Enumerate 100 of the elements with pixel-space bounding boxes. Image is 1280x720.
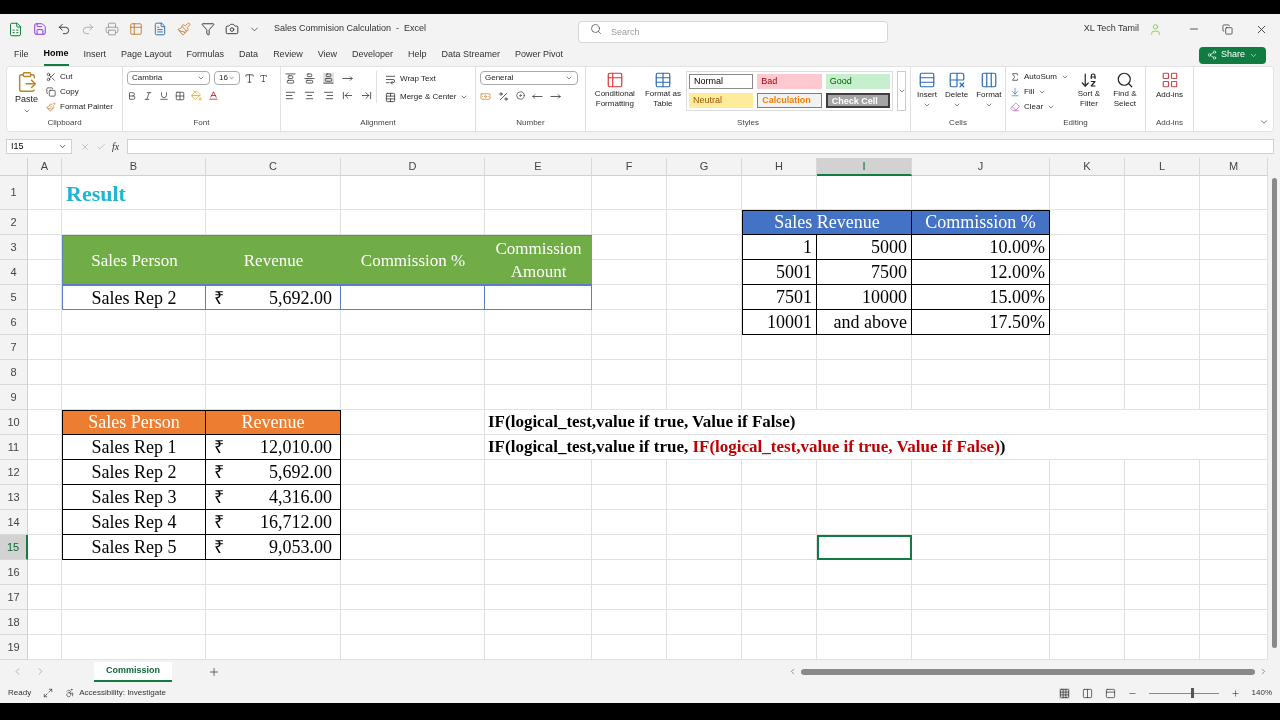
- sheet-cell[interactable]: [592, 610, 667, 635]
- sheet-cell[interactable]: [1050, 510, 1125, 535]
- sheet-cell[interactable]: [667, 560, 742, 585]
- cells-button[interactable]: Delete: [943, 71, 971, 109]
- column-header[interactable]: F: [592, 158, 667, 176]
- sheet-cell[interactable]: [1050, 176, 1125, 210]
- align-left-icon[interactable]: [285, 90, 296, 101]
- camera-icon[interactable]: [225, 22, 239, 36]
- sheet-cell[interactable]: [817, 560, 912, 585]
- column-header[interactable]: H: [742, 158, 817, 176]
- sheet-cell[interactable]: [28, 176, 62, 210]
- sheet-cell[interactable]: [667, 535, 742, 560]
- column-header[interactable]: I: [817, 158, 912, 176]
- sheet-cell[interactable]: [742, 535, 817, 560]
- paste-button[interactable]: Paste: [11, 71, 42, 115]
- sheet-cell[interactable]: IF(logical_test,value if true, IF(logical_test,value if true, Value if False)): [485, 435, 1268, 460]
- row-header[interactable]: 5: [0, 285, 28, 310]
- borders-icon[interactable]: [175, 90, 185, 101]
- sheet-cell[interactable]: [341, 585, 485, 610]
- menu-tab[interactable]: Power Pivot: [515, 44, 564, 66]
- gallery-scroll[interactable]: [897, 71, 906, 111]
- shrink-font-icon[interactable]: [259, 73, 268, 83]
- sheet-cell[interactable]: [912, 460, 1050, 485]
- editing-button[interactable]: Find & Select: [1108, 71, 1141, 109]
- sheet-cell[interactable]: [28, 210, 62, 235]
- page-break-icon[interactable]: [1104, 687, 1116, 699]
- sheet-cell[interactable]: [28, 360, 62, 385]
- menu-tab[interactable]: Formulas: [186, 44, 225, 66]
- sheet-cell[interactable]: [667, 335, 742, 360]
- sheet-cell[interactable]: [592, 385, 667, 410]
- sheet-cell[interactable]: [742, 485, 817, 510]
- row-header[interactable]: 3: [0, 235, 28, 260]
- cancel-icon[interactable]: [80, 141, 90, 152]
- menu-tab[interactable]: View: [317, 44, 337, 66]
- sheet-cell[interactable]: [1050, 560, 1125, 585]
- row-header[interactable]: 10: [0, 410, 28, 435]
- sheet-cell[interactable]: [592, 585, 667, 610]
- column-header[interactable]: J: [912, 158, 1050, 176]
- sheet-cell[interactable]: [667, 385, 742, 410]
- sheet-cell[interactable]: [1125, 535, 1200, 560]
- sheet-cell[interactable]: [1050, 485, 1125, 510]
- font-size-field[interactable]: 16: [214, 71, 240, 85]
- sheet-cell[interactable]: [28, 560, 62, 585]
- editing-button[interactable]: Fill: [1010, 86, 1069, 98]
- font-name-field[interactable]: Cambria: [127, 71, 210, 85]
- fill-color-icon[interactable]: [191, 90, 202, 101]
- align-center-icon[interactable]: [304, 90, 315, 101]
- enter-icon[interactable]: [96, 141, 106, 152]
- sheet-cell[interactable]: [912, 585, 1050, 610]
- sheet-cell[interactable]: [667, 360, 742, 385]
- sheet-cell[interactable]: [1125, 585, 1200, 610]
- filter-icon[interactable]: [201, 22, 215, 36]
- sheet-cell[interactable]: [28, 385, 62, 410]
- row-header[interactable]: 2: [0, 210, 28, 235]
- sheet-cell[interactable]: [592, 335, 667, 360]
- formula-field[interactable]: [127, 139, 1274, 154]
- currency-icon[interactable]: [480, 91, 491, 102]
- sheet-cell[interactable]: [206, 360, 341, 385]
- normal-view-icon[interactable]: [1058, 687, 1070, 699]
- sheet-cell[interactable]: [912, 610, 1050, 635]
- sheet-cell[interactable]: [28, 585, 62, 610]
- sheet-cell[interactable]: [28, 310, 62, 335]
- sheet-cell[interactable]: [667, 510, 742, 535]
- sheet-cell[interactable]: [1125, 560, 1200, 585]
- table-icon[interactable]: [129, 22, 143, 36]
- menu-tab[interactable]: Data: [239, 44, 259, 66]
- sheet-cell[interactable]: [742, 460, 817, 485]
- column-header[interactable]: A: [28, 158, 62, 176]
- sheet-cell[interactable]: [592, 310, 667, 335]
- zoom-in-icon[interactable]: [1230, 688, 1240, 698]
- sheet-cell[interactable]: [206, 610, 341, 635]
- accessibility-status[interactable]: Accessibility: Investigate: [79, 687, 166, 699]
- sheet-cell[interactable]: [1125, 335, 1200, 360]
- column-header[interactable]: B: [62, 158, 206, 176]
- zoom-level[interactable]: 140%: [1251, 687, 1272, 699]
- decrease-indent-icon[interactable]: [342, 90, 353, 101]
- sheet-cell[interactable]: [206, 585, 341, 610]
- row-header[interactable]: 14: [0, 510, 28, 535]
- sheet-cell[interactable]: [742, 510, 817, 535]
- menu-tab[interactable]: Review: [273, 44, 303, 66]
- sheet-cell[interactable]: [62, 610, 206, 635]
- column-header[interactable]: D: [341, 158, 485, 176]
- name-box[interactable]: I15: [6, 139, 72, 154]
- cell-style-option[interactable]: Bad: [757, 74, 822, 89]
- document-icon[interactable]: [153, 22, 167, 36]
- sheet-cell[interactable]: [1125, 260, 1200, 285]
- sheet-cell[interactable]: [912, 360, 1050, 385]
- sheet-cell[interactable]: [341, 335, 485, 360]
- sheet-cell[interactable]: [1125, 210, 1200, 235]
- sheet-cell[interactable]: [485, 535, 592, 560]
- bold-icon[interactable]: [127, 90, 137, 101]
- clipboard-button[interactable]: Format Painter: [46, 101, 113, 113]
- align-right-icon[interactable]: [323, 90, 334, 101]
- cells-button[interactable]: Format: [974, 71, 1004, 109]
- sheet-cell[interactable]: [912, 535, 1050, 560]
- accessibility-icon[interactable]: [65, 688, 76, 698]
- styles-button[interactable]: Conditional Formatting: [590, 71, 640, 109]
- share-button[interactable]: Share: [1198, 46, 1266, 64]
- sheet-cell[interactable]: [667, 610, 742, 635]
- sheet-cell[interactable]: [62, 360, 206, 385]
